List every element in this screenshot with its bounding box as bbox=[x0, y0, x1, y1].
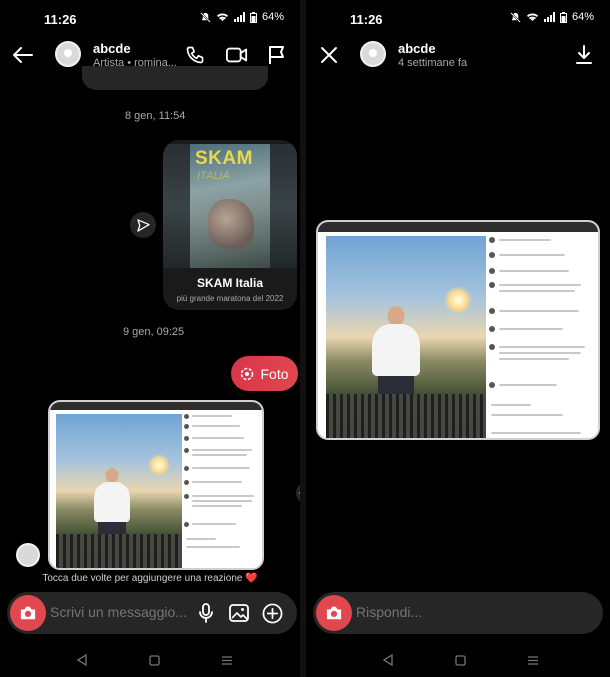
shared-screenshot-image[interactable] bbox=[48, 400, 264, 570]
reply-composer bbox=[313, 592, 603, 634]
report-button[interactable] bbox=[264, 42, 290, 68]
nav-home-button[interactable] bbox=[146, 652, 162, 668]
triangle-back-icon bbox=[76, 654, 87, 666]
back-button[interactable] bbox=[10, 42, 36, 68]
poster-subtitle: ITALIA bbox=[197, 170, 230, 182]
system-nav-bar bbox=[306, 646, 610, 676]
arrow-left-icon bbox=[13, 47, 33, 63]
triangle-back-icon bbox=[382, 654, 393, 666]
video-call-button[interactable] bbox=[224, 42, 250, 68]
photo-message-bubble[interactable]: Foto bbox=[231, 356, 298, 391]
download-icon bbox=[576, 45, 592, 64]
system-nav-bar bbox=[0, 646, 300, 676]
signal-icon bbox=[233, 12, 245, 22]
chat-screen: 11:26 64% abcde Artista • romina... 8 ge… bbox=[0, 0, 300, 677]
poster-figures bbox=[208, 199, 254, 249]
wifi-icon bbox=[526, 13, 539, 22]
poster-blur-right bbox=[270, 144, 297, 268]
status-time: 11:26 bbox=[44, 12, 77, 27]
nav-recents-button[interactable] bbox=[525, 652, 541, 668]
status-icons: 64% bbox=[510, 11, 594, 23]
flag-icon bbox=[269, 46, 284, 64]
close-icon bbox=[321, 47, 337, 63]
nav-back-button[interactable] bbox=[380, 652, 396, 668]
side-panel-handle[interactable] bbox=[296, 482, 300, 504]
poster-blur-left bbox=[163, 144, 190, 268]
menu-lines-icon bbox=[528, 655, 538, 665]
reaction-hint: Tocca due volte per aggiungere una reazi… bbox=[42, 573, 258, 584]
balcony-railing bbox=[326, 394, 486, 438]
post-age: 4 settimane fa bbox=[398, 57, 468, 69]
nav-back-button[interactable] bbox=[74, 652, 90, 668]
paper-plane-icon bbox=[136, 218, 150, 232]
battery-icon bbox=[249, 11, 257, 23]
status-bar: 11:26 64% bbox=[0, 0, 300, 38]
share-button[interactable] bbox=[130, 212, 156, 238]
plus-circle-icon bbox=[262, 603, 282, 623]
download-button[interactable] bbox=[571, 42, 597, 68]
photo-view-once-icon bbox=[240, 367, 254, 381]
timestamp: 8 gen, 11:54 bbox=[125, 110, 186, 122]
message-composer bbox=[7, 592, 297, 634]
screenshot-browser-bar bbox=[50, 402, 262, 410]
sun bbox=[444, 286, 472, 314]
wifi-icon bbox=[216, 13, 229, 22]
voice-message-button[interactable] bbox=[195, 602, 217, 624]
video-camera-icon bbox=[226, 47, 248, 63]
sun bbox=[148, 454, 170, 476]
status-time: 11:26 bbox=[350, 12, 383, 27]
close-button[interactable] bbox=[316, 42, 342, 68]
image-icon bbox=[229, 604, 249, 622]
photo-viewer-screen: 11:26 64% abcde 4 settimane fa bbox=[306, 0, 610, 677]
viewer-header: abcde 4 settimane fa bbox=[306, 38, 610, 72]
post-poster-image: SKAM ITALIA bbox=[190, 144, 270, 268]
signal-icon bbox=[543, 12, 555, 22]
status-icons: 64% bbox=[200, 11, 284, 23]
viewed-screenshot-image[interactable] bbox=[316, 220, 600, 440]
battery-level: 64% bbox=[261, 11, 284, 23]
sender-avatar[interactable] bbox=[16, 543, 40, 567]
previous-message-bubble[interactable] bbox=[82, 66, 268, 90]
nav-home-button[interactable] bbox=[452, 652, 468, 668]
screenshot-photo bbox=[56, 414, 182, 568]
microphone-icon bbox=[199, 603, 213, 623]
call-button[interactable] bbox=[182, 42, 208, 68]
message-input[interactable] bbox=[50, 604, 200, 620]
phone-icon bbox=[186, 46, 204, 64]
reply-input[interactable] bbox=[356, 604, 556, 620]
camera-button[interactable] bbox=[316, 595, 352, 631]
timestamp: 9 gen, 09:25 bbox=[123, 326, 185, 338]
square-home-icon bbox=[454, 654, 466, 666]
balcony-railing bbox=[56, 534, 182, 568]
contact-name[interactable]: abcde bbox=[93, 41, 131, 56]
screenshot-browser-bar bbox=[318, 222, 598, 232]
avatar[interactable] bbox=[360, 41, 386, 67]
mute-icon bbox=[510, 11, 521, 23]
avatar[interactable] bbox=[55, 41, 81, 67]
screenshot-comments-panel bbox=[182, 410, 262, 568]
battery-icon bbox=[559, 11, 567, 23]
status-bar: 11:26 64% bbox=[306, 0, 610, 38]
chevron-left-icon bbox=[299, 492, 300, 494]
photo-bubble-label: Foto bbox=[260, 365, 289, 382]
mute-icon bbox=[200, 11, 211, 23]
contact-name[interactable]: abcde bbox=[398, 41, 436, 56]
square-home-icon bbox=[148, 654, 160, 666]
gallery-button[interactable] bbox=[228, 602, 250, 624]
screenshot-photo bbox=[326, 236, 486, 438]
shared-post-card[interactable]: SKAM ITALIA SKAM Italia più grande marat… bbox=[163, 140, 297, 310]
post-title: SKAM Italia bbox=[196, 276, 263, 290]
camera-icon bbox=[326, 606, 342, 620]
poster-title: SKAM bbox=[195, 148, 253, 169]
post-caption: più grande maratona del 2022 bbox=[176, 294, 284, 303]
nav-recents-button[interactable] bbox=[219, 652, 235, 668]
menu-lines-icon bbox=[222, 655, 232, 665]
screenshot-comments-panel bbox=[486, 232, 598, 438]
camera-button[interactable] bbox=[10, 595, 46, 631]
battery-level: 64% bbox=[571, 11, 594, 23]
add-button[interactable] bbox=[261, 602, 283, 624]
camera-icon bbox=[20, 606, 36, 620]
